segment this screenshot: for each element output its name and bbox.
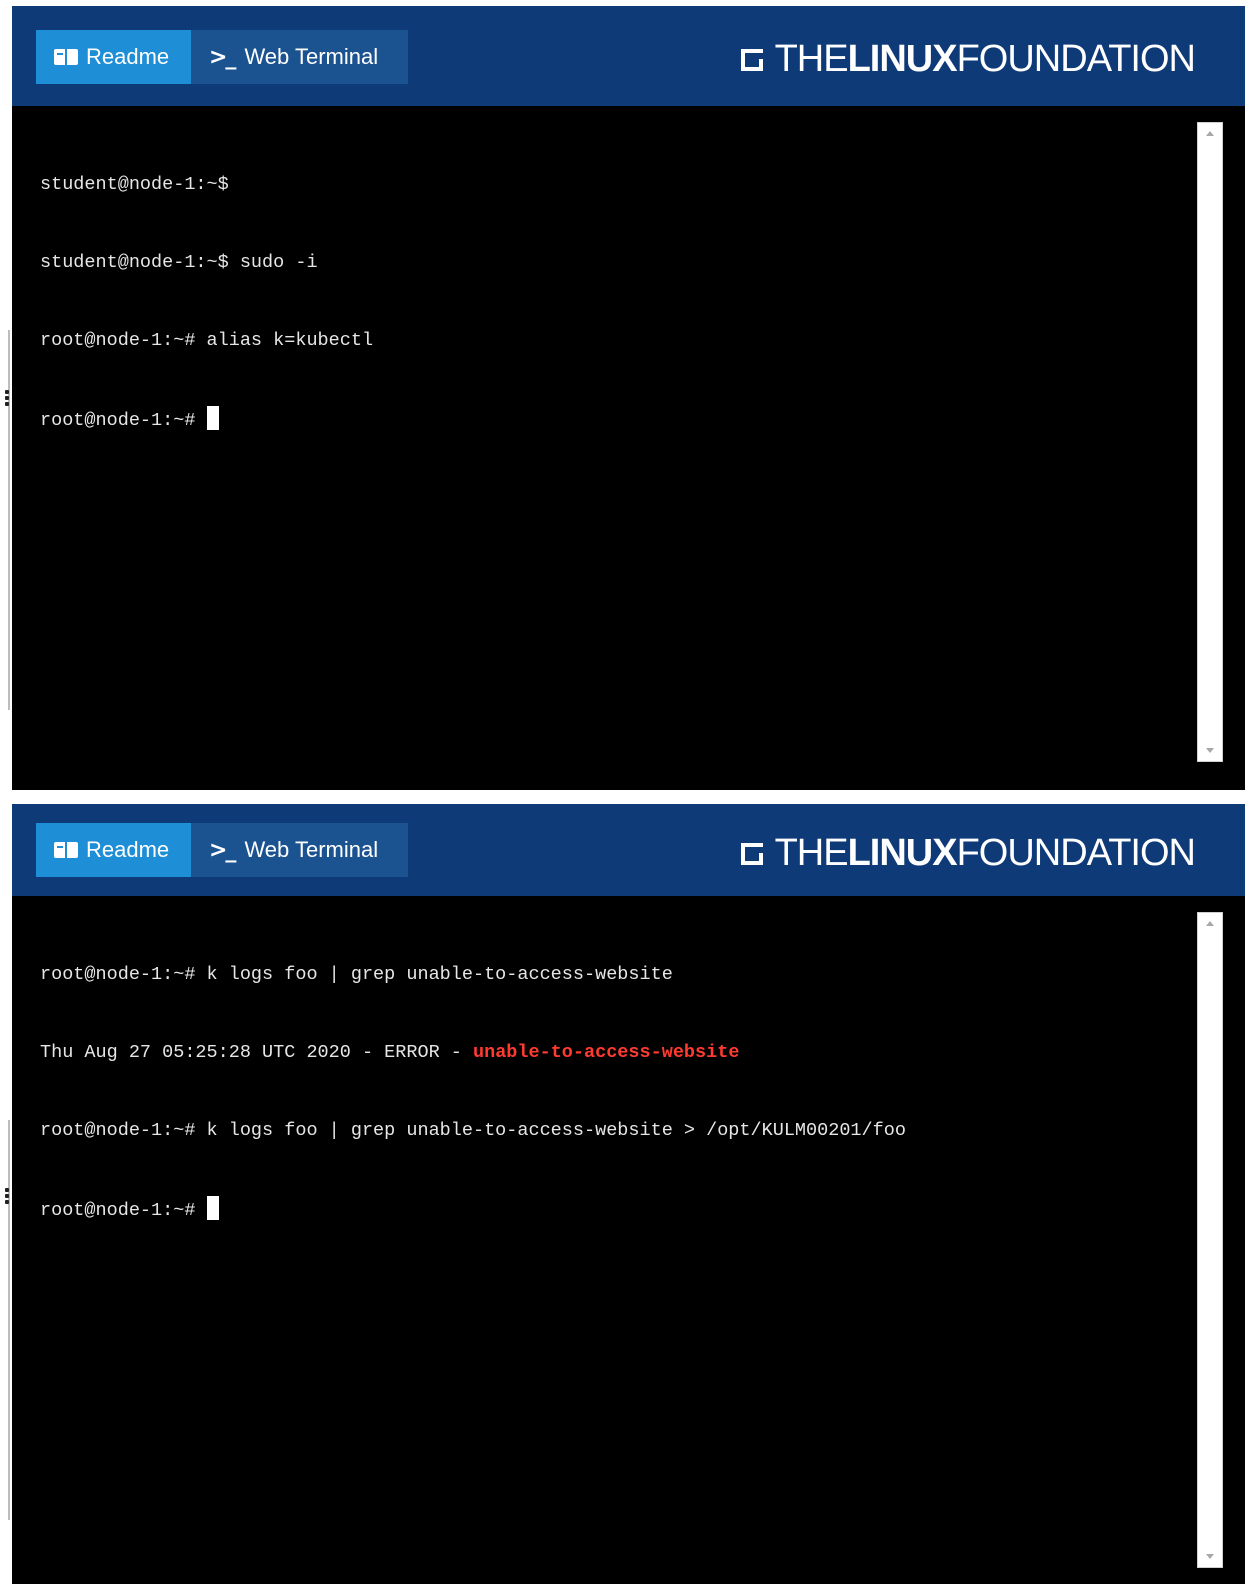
terminal-prompt-line[interactable]: root@node-1:~# bbox=[40, 1196, 906, 1222]
panel-edge bbox=[8, 1120, 10, 1520]
book-icon bbox=[54, 49, 78, 65]
linux-foundation-logo: THE LINUX FOUNDATION bbox=[740, 832, 1196, 875]
terminal-panel-2: Readme >_ Web Terminal THE LINUX FOUNDAT… bbox=[0, 800, 1245, 1584]
panel-edge bbox=[8, 330, 10, 710]
tab-bar: Readme >_ Web Terminal bbox=[36, 823, 408, 877]
terminal-prompt-line[interactable]: root@node-1:~# bbox=[40, 406, 373, 432]
terminal-panel-1: Readme >_ Web Terminal THE LINUX FOUNDAT… bbox=[0, 0, 1245, 797]
terminal-line: student@node-1:~$ sudo -i bbox=[40, 252, 318, 273]
terminal-output: student@node-1:~$ student@node-1:~$ sudo… bbox=[40, 120, 373, 484]
error-highlight: unable-to-access-website bbox=[472, 1042, 740, 1063]
terminal-prompt-icon: >_ bbox=[209, 44, 236, 70]
terminal-line: Thu Aug 27 05:25:28 UTC 2020 - ERROR - u… bbox=[40, 1042, 740, 1063]
tab-bar: Readme >_ Web Terminal bbox=[36, 30, 408, 84]
top-bar: Readme >_ Web Terminal THE LINUX FOUNDAT… bbox=[12, 804, 1245, 896]
text-cursor bbox=[206, 1196, 219, 1220]
terminal-scrollbar[interactable] bbox=[1197, 912, 1223, 1568]
resize-handle[interactable] bbox=[5, 390, 10, 406]
terminal-output: root@node-1:~# k logs foo | grep unable-… bbox=[40, 910, 906, 1274]
text-cursor bbox=[206, 406, 219, 430]
scroll-up-icon[interactable] bbox=[1206, 921, 1214, 926]
tab-web-terminal-label: Web Terminal bbox=[244, 44, 379, 69]
logo-mark-icon bbox=[740, 48, 763, 71]
tab-web-terminal[interactable]: >_ Web Terminal bbox=[191, 30, 408, 84]
logo-mark-icon bbox=[740, 842, 763, 865]
tab-readme[interactable]: Readme bbox=[36, 823, 191, 877]
linux-foundation-logo: THE LINUX FOUNDATION bbox=[740, 38, 1196, 81]
tab-web-terminal[interactable]: >_ Web Terminal bbox=[191, 823, 408, 877]
terminal-prompt-icon: >_ bbox=[209, 837, 236, 863]
tab-web-terminal-label: Web Terminal bbox=[244, 837, 379, 862]
tab-readme-label: Readme bbox=[86, 837, 170, 862]
terminal-line: root@node-1:~# k logs foo | grep unable-… bbox=[40, 1120, 906, 1141]
terminal-window[interactable]: student@node-1:~$ student@node-1:~$ sudo… bbox=[12, 106, 1245, 790]
scroll-down-icon[interactable] bbox=[1206, 748, 1214, 753]
tab-readme-label: Readme bbox=[86, 44, 170, 69]
scroll-down-icon[interactable] bbox=[1206, 1554, 1214, 1559]
terminal-line: student@node-1:~$ bbox=[40, 174, 229, 195]
terminal-window[interactable]: root@node-1:~# k logs foo | grep unable-… bbox=[12, 896, 1245, 1584]
scroll-up-icon[interactable] bbox=[1206, 131, 1214, 136]
terminal-line: root@node-1:~# alias k=kubectl bbox=[40, 330, 374, 351]
top-bar: Readme >_ Web Terminal THE LINUX FOUNDAT… bbox=[12, 6, 1245, 106]
terminal-scrollbar[interactable] bbox=[1197, 122, 1223, 762]
resize-handle[interactable] bbox=[5, 1188, 10, 1204]
terminal-line: root@node-1:~# k logs foo | grep unable-… bbox=[40, 964, 673, 985]
tab-readme[interactable]: Readme bbox=[36, 30, 191, 84]
book-icon bbox=[54, 842, 78, 858]
